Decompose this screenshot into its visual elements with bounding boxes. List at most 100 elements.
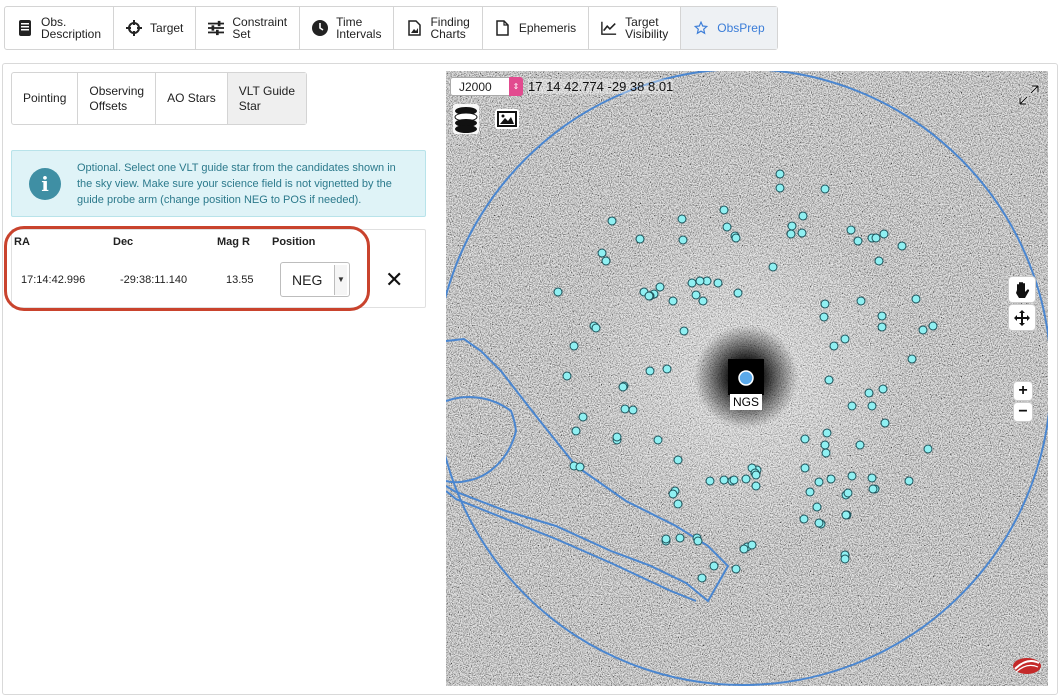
candidate-star-marker[interactable] <box>713 278 723 288</box>
candidate-star-marker[interactable] <box>645 366 655 376</box>
candidate-star-marker[interactable] <box>826 474 836 484</box>
candidate-star-marker[interactable] <box>775 183 785 193</box>
candidate-star-marker[interactable] <box>569 341 579 351</box>
candidate-star-marker[interactable] <box>698 296 708 306</box>
candidate-star-marker[interactable] <box>918 325 928 335</box>
candidate-star-marker[interactable] <box>644 291 654 301</box>
candidate-star-marker[interactable] <box>655 282 665 292</box>
candidate-star-marker[interactable] <box>695 276 705 286</box>
candidate-star-marker[interactable] <box>675 533 685 543</box>
candidate-star-marker[interactable] <box>787 221 797 231</box>
candidate-star-marker[interactable] <box>677 214 687 224</box>
candidate-star-marker[interactable] <box>722 222 732 232</box>
candidate-star-marker[interactable] <box>840 554 850 564</box>
tab-constraint-set[interactable]: Constraint Set <box>196 7 301 49</box>
candidate-star-marker[interactable] <box>812 502 822 512</box>
candidate-star-marker[interactable] <box>820 184 830 194</box>
candidate-star-marker[interactable] <box>673 499 683 509</box>
candidate-star-marker[interactable] <box>856 296 866 306</box>
candidate-star-marker[interactable] <box>620 404 630 414</box>
candidate-star-marker[interactable] <box>911 294 921 304</box>
candidate-star-marker[interactable] <box>731 564 741 574</box>
layers-button[interactable] <box>453 104 479 134</box>
candidate-star-marker[interactable] <box>661 534 671 544</box>
zoom-in-button[interactable]: + <box>1013 381 1033 401</box>
subtab-pointing[interactable]: Pointing <box>12 73 79 124</box>
candidate-star-marker[interactable] <box>877 311 887 321</box>
candidate-star-marker[interactable] <box>719 475 729 485</box>
subtab-observing-offsets[interactable]: Observing Offsets <box>78 73 157 124</box>
candidate-star-marker[interactable] <box>904 476 914 486</box>
candidate-star-marker[interactable] <box>731 233 741 243</box>
tab-target[interactable]: Target <box>114 7 197 49</box>
candidate-star-marker[interactable] <box>768 262 778 272</box>
candidate-star-marker[interactable] <box>847 401 857 411</box>
candidate-star-marker[interactable] <box>820 440 830 450</box>
candidate-star-marker[interactable] <box>843 488 853 498</box>
candidate-star-marker[interactable] <box>678 235 688 245</box>
tab-obsprep[interactable]: ObsPrep <box>681 7 777 49</box>
candidate-star-marker[interactable] <box>687 278 697 288</box>
candidate-star-marker[interactable] <box>709 561 719 571</box>
candidate-star-marker[interactable] <box>607 216 617 226</box>
candidate-star-marker[interactable] <box>819 312 829 322</box>
candidate-star-marker[interactable] <box>855 440 865 450</box>
frame-select[interactable]: J2000 ⇕ <box>450 77 523 96</box>
candidate-star-marker[interactable] <box>741 474 751 484</box>
candidate-star-marker[interactable] <box>907 354 917 364</box>
candidate-star-marker[interactable] <box>775 169 785 179</box>
candidate-star-marker[interactable] <box>840 334 850 344</box>
candidate-star-marker[interactable] <box>553 287 563 297</box>
candidate-star-marker[interactable] <box>597 248 607 258</box>
candidate-star-marker[interactable] <box>786 229 796 239</box>
subtab-ao-stars[interactable]: AO Stars <box>156 73 228 124</box>
candidate-star-marker[interactable] <box>878 384 888 394</box>
candidate-star-marker[interactable] <box>751 481 761 491</box>
candidate-star-marker[interactable] <box>719 205 729 215</box>
candidate-star-marker[interactable] <box>877 322 887 332</box>
sky-view[interactable]: J2000 ⇕ 17 14 42.774 -29 38 8.01 + − NGS <box>446 71 1048 686</box>
tab-obs-description[interactable]: Obs. Description <box>5 7 115 49</box>
candidate-star-marker[interactable] <box>697 573 707 583</box>
fullscreen-button[interactable] <box>1018 84 1040 106</box>
candidate-star-marker[interactable] <box>747 540 757 550</box>
candidate-star-marker[interactable] <box>820 299 830 309</box>
candidate-star-marker[interactable] <box>814 477 824 487</box>
zoom-out-button[interactable]: − <box>1013 402 1033 422</box>
candidate-star-marker[interactable] <box>733 288 743 298</box>
candidate-star-marker[interactable] <box>821 448 831 458</box>
candidate-star-marker[interactable] <box>868 484 878 494</box>
candidate-star-marker[interactable] <box>814 518 824 528</box>
candidate-star-marker[interactable] <box>628 405 638 415</box>
candidate-star-marker[interactable] <box>800 463 810 473</box>
tab-ephemeris[interactable]: Ephemeris <box>483 7 590 49</box>
candidate-star-marker[interactable] <box>575 462 585 472</box>
candidate-star-marker[interactable] <box>846 225 856 235</box>
candidate-star-marker[interactable] <box>591 323 601 333</box>
candidate-star-marker[interactable] <box>668 489 678 499</box>
candidate-star-marker[interactable] <box>824 375 834 385</box>
candidate-star-marker[interactable] <box>923 444 933 454</box>
candidate-star-marker[interactable] <box>562 371 572 381</box>
candidate-star-marker[interactable] <box>662 364 672 374</box>
tab-target-visibility[interactable]: Target Visibility <box>589 7 682 49</box>
pan-button[interactable] <box>1008 276 1036 303</box>
candidate-star-marker[interactable] <box>853 236 863 246</box>
candidate-star-marker[interactable] <box>578 412 588 422</box>
candidate-star-marker[interactable] <box>797 228 807 238</box>
candidate-star-marker[interactable] <box>653 435 663 445</box>
candidate-star-marker[interactable] <box>635 234 645 244</box>
candidate-star-marker[interactable] <box>751 470 761 480</box>
candidate-star-marker[interactable] <box>679 326 689 336</box>
subtab-vlt-guide-star[interactable]: VLT Guide Star <box>227 73 307 124</box>
candidate-star-marker[interactable] <box>867 473 877 483</box>
candidate-star-marker[interactable] <box>800 434 810 444</box>
candidate-star-marker[interactable] <box>880 418 890 428</box>
candidate-star-marker[interactable] <box>867 401 877 411</box>
candidate-star-marker[interactable] <box>805 487 815 497</box>
candidate-star-marker[interactable] <box>691 290 701 300</box>
candidate-star-marker[interactable] <box>798 211 808 221</box>
candidate-star-marker[interactable] <box>729 475 739 485</box>
tab-time-intervals[interactable]: Time Intervals <box>300 7 395 49</box>
candidate-star-marker[interactable] <box>601 256 611 266</box>
